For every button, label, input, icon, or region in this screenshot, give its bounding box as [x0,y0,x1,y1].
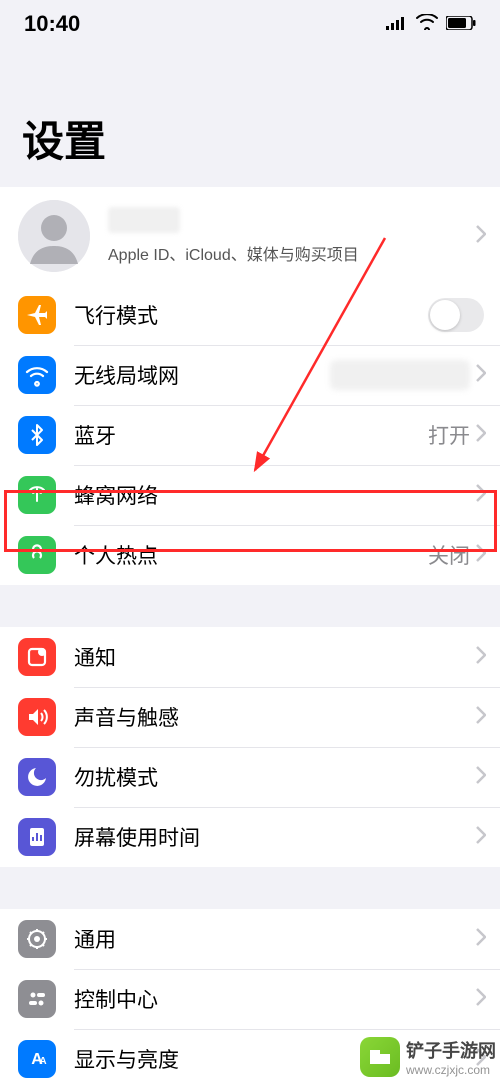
chevron-right-icon [476,225,486,248]
wifi-icon [416,13,438,36]
settings-row-dnd[interactable]: 勿扰模式 [0,747,500,807]
settings-group: 通知声音与触感勿扰模式屏幕使用时间 [0,627,500,867]
battery-icon [446,13,476,36]
dnd-icon [18,758,56,796]
profile-group: Apple ID、iCloud、媒体与购买项目 [0,187,500,285]
chevron-right-icon [476,988,486,1011]
settings-row-sound[interactable]: 声音与触感 [0,687,500,747]
settings-row-wifi[interactable]: 无线局域网 [0,345,500,405]
profile-row[interactable]: Apple ID、iCloud、媒体与购买项目 [0,187,500,285]
watermark-logo-icon [360,1037,400,1077]
settings-row-cellular[interactable]: 蜂窝网络 [0,465,500,525]
display-icon: AA [18,1040,56,1078]
control-center-icon [18,980,56,1018]
row-label: 个人热点 [74,540,428,570]
cellular-icon [18,476,56,514]
sound-icon [18,698,56,736]
svg-text:A: A [39,1056,46,1067]
row-value: 关闭 [428,540,470,570]
avatar [18,200,90,272]
chevron-right-icon [476,826,486,849]
watermark-url: www.czjxjc.com [406,1063,496,1077]
row-label: 屏幕使用时间 [74,822,476,852]
airplane-icon [18,296,56,334]
row-value: 打开 [428,420,470,450]
chevron-right-icon [476,766,486,789]
chevron-right-icon [476,364,486,387]
page-title: 设置 [0,48,500,187]
row-label: 飞行模式 [74,300,428,330]
settings-row-general[interactable]: 通用 [0,909,500,969]
settings-row-airplane[interactable]: 飞行模式 [0,285,500,345]
status-time: 10:40 [24,11,80,37]
settings-row-screentime[interactable]: 屏幕使用时间 [0,807,500,867]
row-label: 声音与触感 [74,702,476,732]
bluetooth-icon [18,416,56,454]
general-icon [18,920,56,958]
status-icons [386,13,476,36]
row-label: 控制中心 [74,984,476,1014]
chevron-right-icon [476,484,486,507]
chevron-right-icon [476,424,486,447]
chevron-right-icon [476,646,486,669]
toggle[interactable] [428,298,484,332]
watermark: 铲子手游网 www.czjxjc.com [360,1037,496,1077]
row-label: 蓝牙 [74,420,428,450]
screentime-icon [18,818,56,856]
settings-row-bluetooth[interactable]: 蓝牙打开 [0,405,500,465]
notifications-icon [18,638,56,676]
settings-row-hotspot[interactable]: 个人热点关闭 [0,525,500,585]
settings-row-control-center[interactable]: 控制中心 [0,969,500,1029]
chevron-right-icon [476,706,486,729]
profile-name-blur [108,207,180,233]
signal-icon [386,13,408,36]
profile-subtitle: Apple ID、iCloud、媒体与购买项目 [108,241,476,265]
wifi-icon [18,356,56,394]
hotspot-icon [18,536,56,574]
chevron-right-icon [476,544,486,567]
row-label: 通用 [74,924,476,954]
row-label: 通知 [74,642,476,672]
row-label: 勿扰模式 [74,762,476,792]
status-bar: 10:40 [0,0,500,48]
row-label: 无线局域网 [74,360,330,390]
watermark-text: 铲子手游网 [406,1037,496,1063]
settings-group: 飞行模式无线局域网蓝牙打开蜂窝网络个人热点关闭 [0,285,500,585]
settings-row-notifications[interactable]: 通知 [0,627,500,687]
row-value-blur [330,360,470,390]
row-label: 蜂窝网络 [74,480,476,510]
chevron-right-icon [476,928,486,951]
